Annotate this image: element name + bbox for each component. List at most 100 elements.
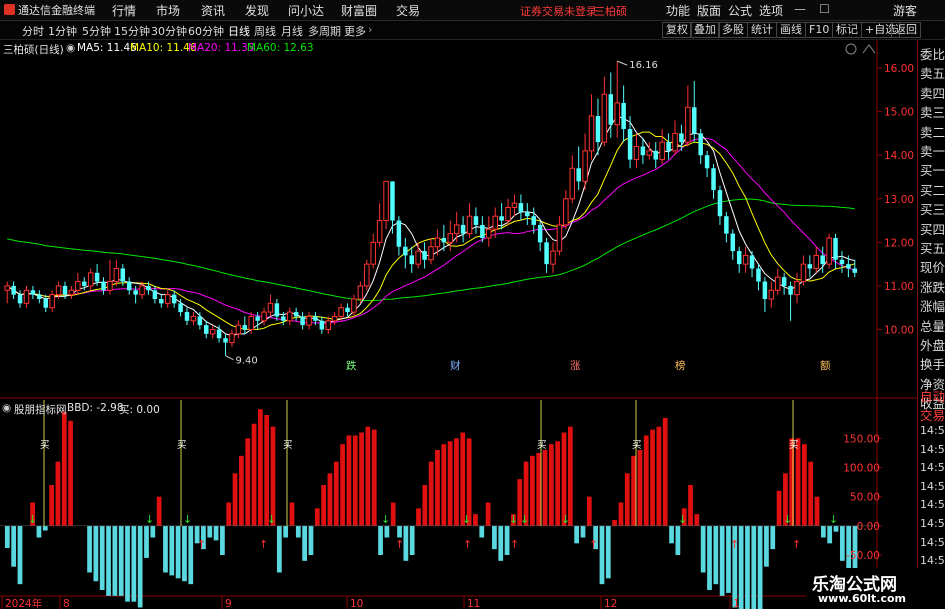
- statistics-button[interactable]: 统计: [747, 22, 777, 38]
- indicator-bar: [409, 525, 415, 555]
- minimize-icon[interactable]: —: [794, 2, 806, 16]
- overlay-button[interactable]: 叠加: [690, 22, 720, 38]
- settings-icon[interactable]: [845, 43, 857, 55]
- price-tick-label: 12.00: [884, 237, 914, 249]
- menu-item-news[interactable]: 资讯: [201, 2, 225, 19]
- draw-line-button[interactable]: 画线: [776, 22, 806, 38]
- buy-signal-label: 买: [177, 440, 187, 451]
- event-marker[interactable]: 额: [820, 359, 831, 372]
- period-tab-intraday[interactable]: 分时: [22, 23, 44, 39]
- candle: [261, 307, 267, 326]
- legend-toggle-icon[interactable]: ◉: [66, 42, 75, 54]
- menu-item-function[interactable]: 功能: [666, 2, 690, 19]
- indicator-bar: [637, 450, 643, 526]
- candle-body-down: [833, 238, 838, 260]
- back-button[interactable]: 返回: [891, 22, 921, 38]
- candle-body-up: [75, 281, 81, 291]
- candle-body-up: [813, 254, 820, 270]
- menu-item-market-quotes[interactable]: 行情: [112, 2, 136, 19]
- candle-body-down: [692, 107, 697, 134]
- candle: [68, 285, 75, 299]
- quote-field-label: 买二: [920, 182, 945, 198]
- candle-body-down: [518, 203, 524, 212]
- period-tab-monthly[interactable]: 月线: [281, 23, 303, 39]
- mark-button[interactable]: 标记: [832, 22, 862, 38]
- quote-field-label: 买三: [920, 202, 945, 218]
- menu-item-trade[interactable]: 交易: [396, 2, 420, 19]
- indicator-bar: [99, 525, 105, 590]
- menu-item-formula[interactable]: 公式: [728, 2, 752, 19]
- candle: [319, 316, 325, 334]
- menu-item-discover[interactable]: 发现: [245, 2, 269, 19]
- candle-body-up: [55, 285, 62, 296]
- period-tab-1min[interactable]: 1分钟: [48, 23, 77, 39]
- indicator-bar: [567, 426, 573, 526]
- candle-body-up: [338, 307, 344, 317]
- indicator-bar: [827, 525, 833, 544]
- event-marker[interactable]: 榜: [675, 359, 686, 372]
- candle-body-down: [717, 190, 723, 217]
- candle-body-up: [800, 263, 807, 283]
- indicator-bar: [359, 432, 364, 526]
- indicator-bar: [795, 438, 801, 526]
- indicator-toggle-icon[interactable]: ◉: [2, 402, 11, 414]
- indicator-bar: [144, 525, 149, 558]
- period-tab-more[interactable]: 更多: [344, 23, 366, 39]
- menu-item-market[interactable]: 市场: [156, 2, 180, 19]
- candle-body-down: [576, 168, 581, 182]
- menu-item-wealth-circle[interactable]: 财富圈: [341, 2, 377, 19]
- event-marker[interactable]: 跌: [346, 359, 357, 372]
- f10-button[interactable]: F10: [805, 22, 834, 38]
- indicator-bar: [257, 409, 263, 526]
- period-tab-daily[interactable]: 日线: [228, 23, 250, 39]
- candle: [11, 281, 16, 299]
- indicator-bar: [473, 514, 478, 526]
- candle: [370, 233, 376, 269]
- maximize-icon[interactable]: ☐: [819, 2, 830, 16]
- candle-body-up: [550, 250, 556, 265]
- tick-time: 14:56: [920, 498, 945, 512]
- indicator-bar: [156, 496, 162, 526]
- period-tab-30min[interactable]: 30分钟: [151, 23, 187, 39]
- candle-body-down: [319, 320, 325, 330]
- chart-canvas[interactable]: 10.0011.0012.0013.0014.0015.0016.00 16.1…: [0, 40, 917, 609]
- candle-body-down: [679, 133, 684, 143]
- candle-body-up: [113, 268, 120, 283]
- candle: [229, 329, 235, 347]
- panel-tab[interactable]: 自动: [920, 386, 945, 405]
- candle: [704, 150, 710, 177]
- menu-item-layout[interactable]: 版面: [697, 2, 721, 19]
- candle-body-up: [768, 289, 775, 300]
- multi-stock-button[interactable]: 多股: [718, 22, 748, 38]
- guest-user[interactable]: 游客: [893, 2, 917, 19]
- adjust-button[interactable]: 复权: [662, 22, 692, 38]
- date-tick-label: 8: [63, 598, 70, 609]
- candle: [550, 242, 556, 273]
- candle-body-up: [139, 285, 145, 296]
- event-marker[interactable]: 财: [450, 359, 461, 372]
- candle: [685, 85, 691, 147]
- indicator-bar: [333, 461, 339, 526]
- expand-icon[interactable]: [862, 44, 876, 54]
- candle: [800, 255, 807, 286]
- candle-body-down: [120, 268, 126, 282]
- candle-body-down: [43, 299, 48, 308]
- more-chevron-icon[interactable]: ›: [368, 23, 372, 36]
- candle-body-down: [178, 303, 183, 313]
- candle: [826, 233, 832, 269]
- indicator-bar: [384, 525, 390, 538]
- period-tab-5min[interactable]: 5分钟: [82, 23, 111, 39]
- menu-item-ask[interactable]: 问小达: [288, 2, 324, 19]
- period-tab-60min[interactable]: 60分钟: [188, 23, 224, 39]
- candle: [37, 290, 42, 304]
- login-notice[interactable]: 证券交易未登录: [520, 3, 597, 19]
- indicator-bar: [808, 461, 814, 526]
- period-tab-weekly[interactable]: 周线: [254, 23, 276, 39]
- period-tab-15min[interactable]: 15分钟: [114, 23, 150, 39]
- period-tab-multi[interactable]: 多周期: [308, 23, 341, 39]
- event-marker[interactable]: 涨: [570, 360, 581, 372]
- app-title: 通达信金融终端: [18, 4, 95, 17]
- menu-item-options[interactable]: 选项: [759, 2, 783, 19]
- indicator-bar: [428, 461, 434, 526]
- panel-tab[interactable]: 交易: [920, 405, 945, 424]
